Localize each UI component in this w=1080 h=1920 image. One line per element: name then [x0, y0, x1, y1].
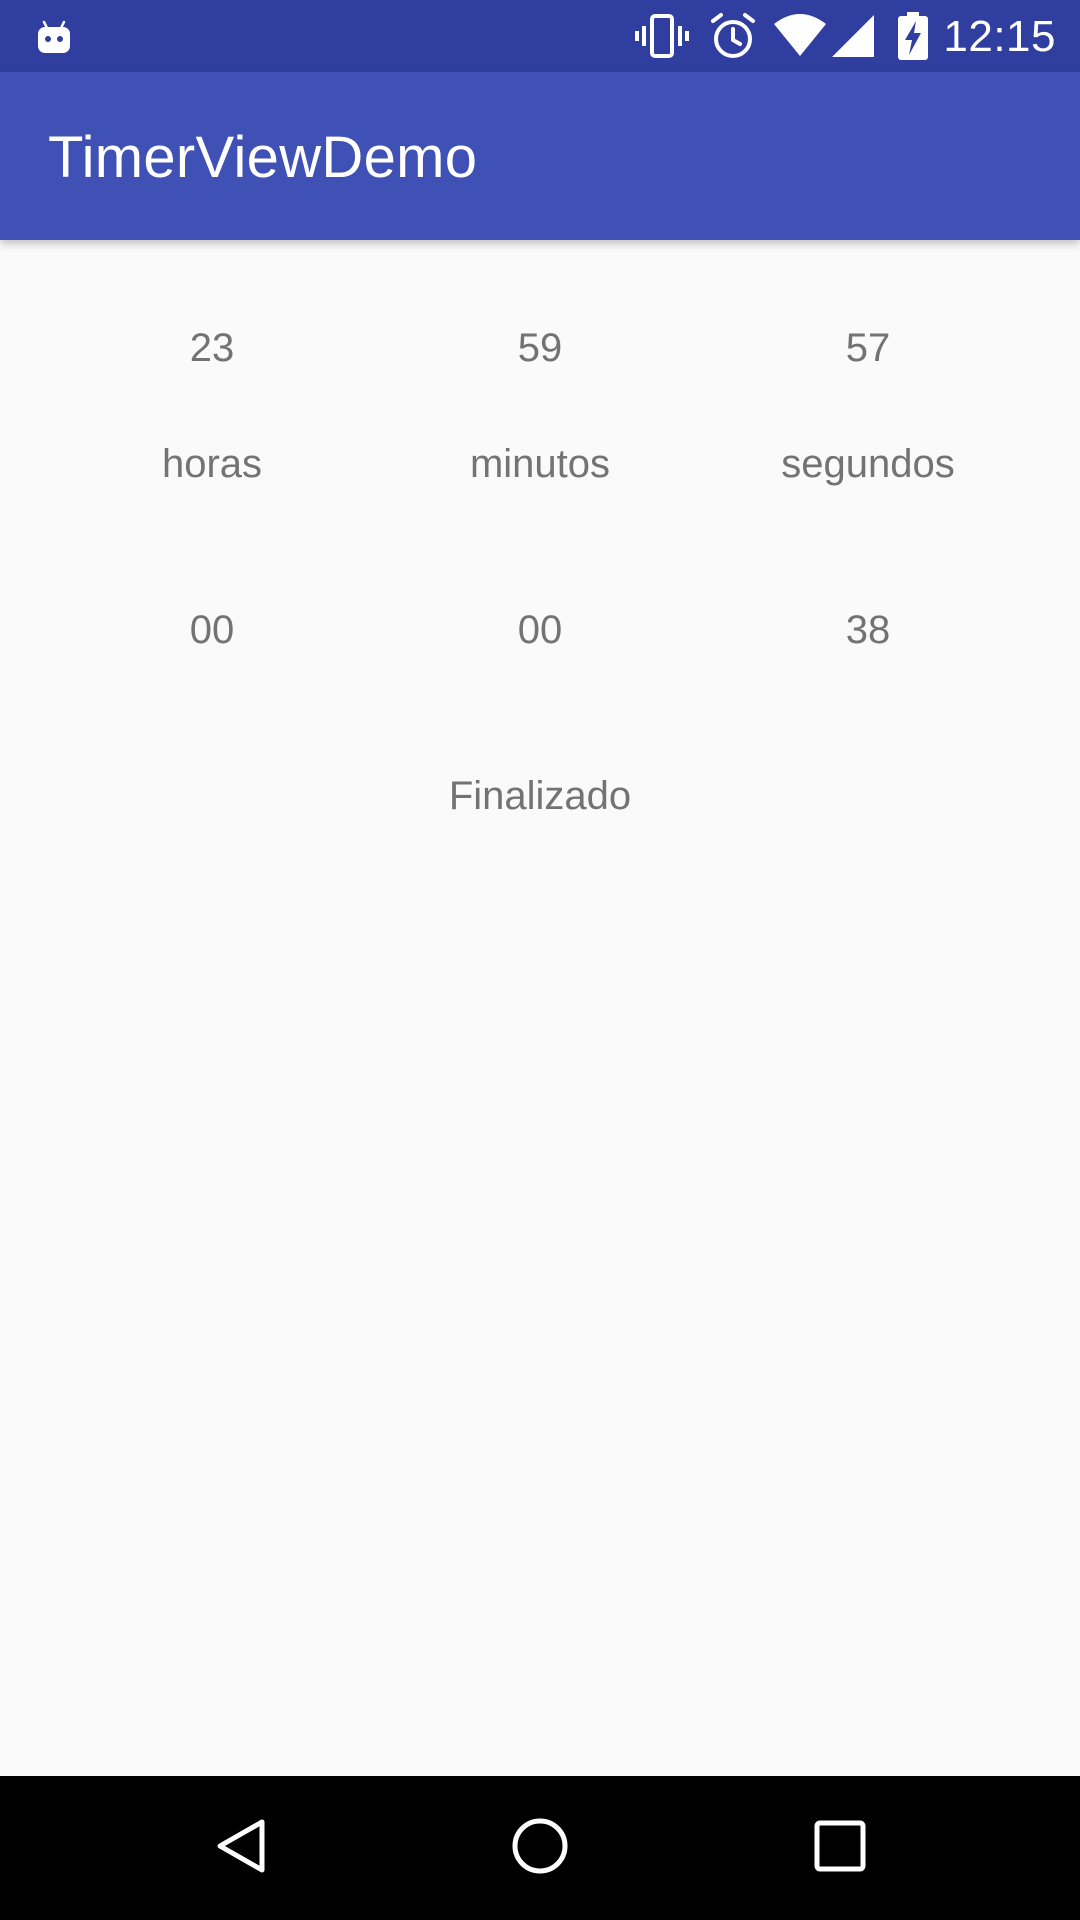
status-bar: 12:15 [0, 0, 1080, 72]
signal-icon [830, 0, 876, 72]
back-button[interactable] [152, 1776, 332, 1920]
navigation-bar [0, 1776, 1080, 1920]
screen: 12:15 TimerViewDemo 23 59 57 horas minut… [0, 0, 1080, 1920]
elapsed-minutes: 00 [517, 608, 563, 652]
seconds-label: segundos [781, 442, 955, 486]
elapsed-hours: 00 [189, 608, 235, 652]
alarm-icon [708, 0, 758, 72]
recents-icon [812, 1818, 868, 1879]
app-title: TimerViewDemo [48, 125, 478, 190]
status-time: 12:15 [943, 12, 1056, 61]
remaining-seconds: 57 [845, 326, 891, 370]
android-notification-icon [34, 0, 74, 72]
app-bar: TimerViewDemo [0, 72, 1080, 240]
minutes-label: minutos [469, 442, 611, 486]
home-button[interactable] [450, 1776, 630, 1920]
timer-content: 23 59 57 horas minutos segundos 00 00 38… [0, 240, 1080, 1776]
vibrate-icon [632, 0, 692, 72]
timer-status-text: Finalizado [448, 774, 632, 818]
remaining-hours: 23 [189, 326, 235, 370]
remaining-minutes: 59 [517, 326, 563, 370]
hours-label: horas [161, 442, 263, 486]
elapsed-seconds: 38 [845, 608, 891, 652]
battery-charging-icon [896, 0, 930, 72]
home-icon [510, 1816, 570, 1881]
back-icon [212, 1816, 272, 1881]
wifi-icon [772, 0, 828, 72]
recents-button[interactable] [750, 1776, 930, 1920]
